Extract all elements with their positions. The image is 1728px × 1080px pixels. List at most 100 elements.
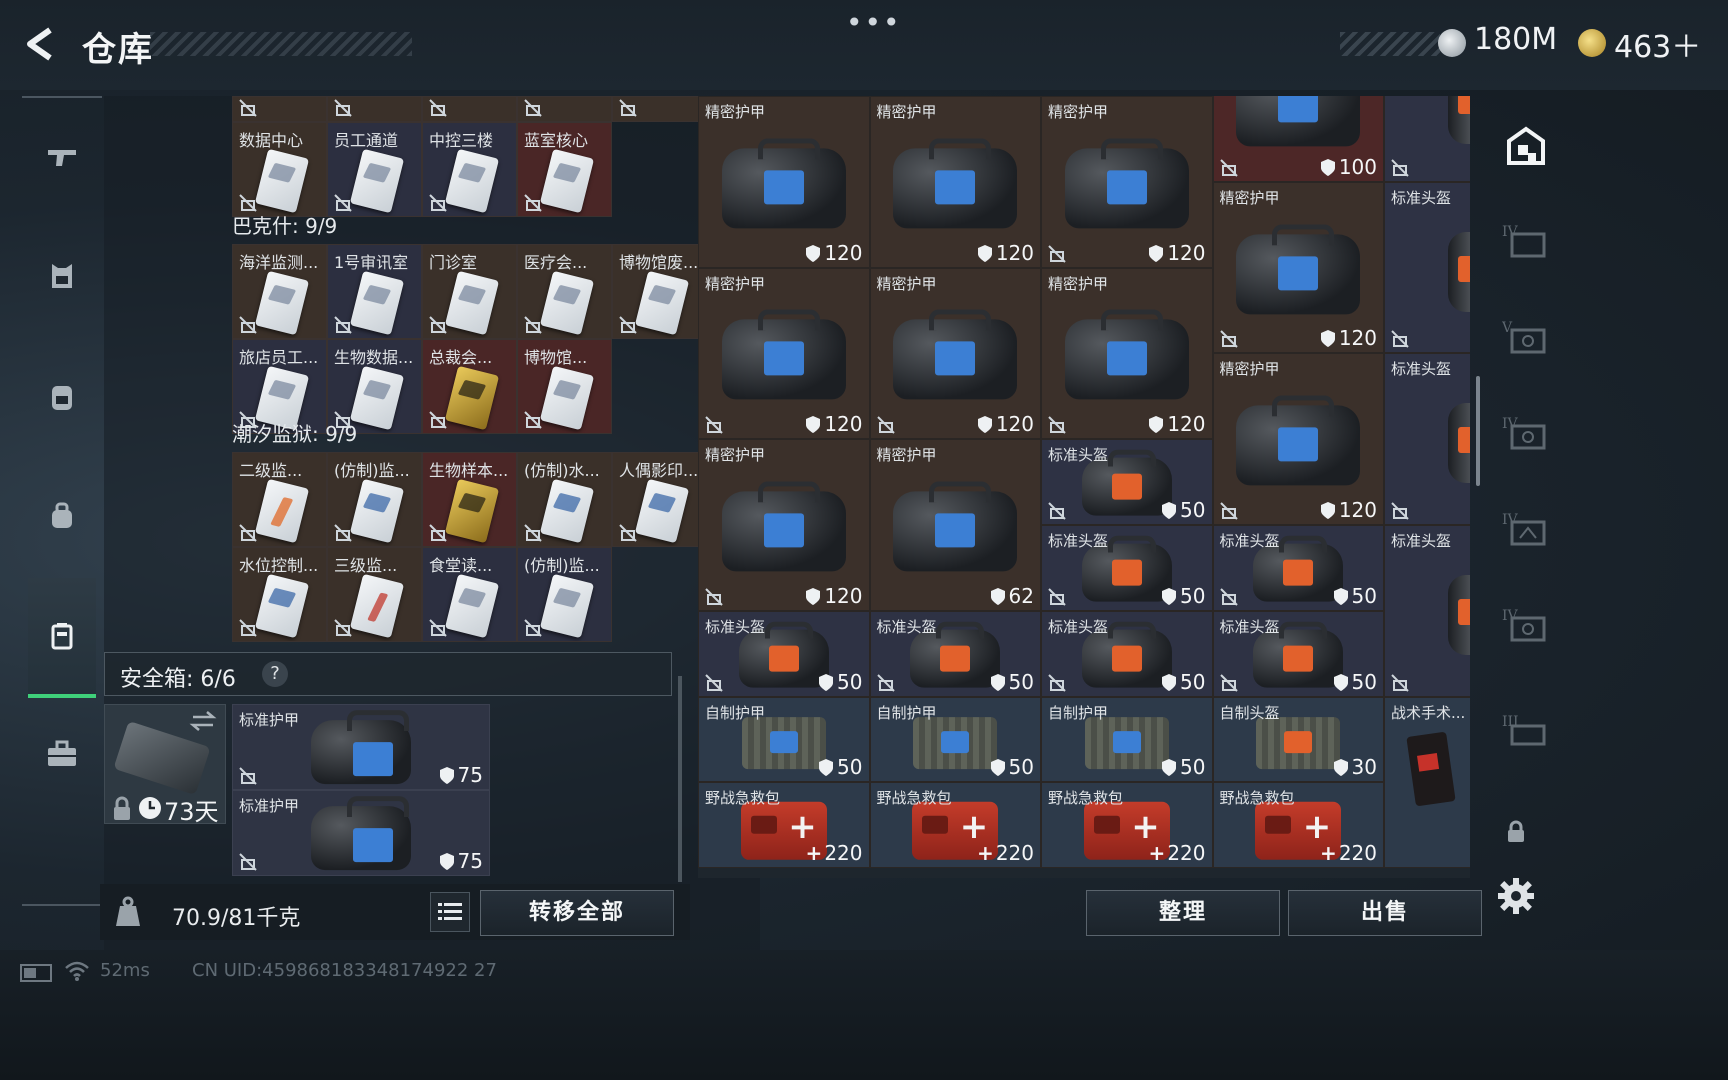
item-durability: 50 (819, 670, 863, 694)
storage-item[interactable]: 自制护甲 50 (698, 696, 870, 783)
keycard-slot[interactable] (517, 96, 612, 122)
keycard-slot[interactable] (327, 96, 422, 122)
keycard-slot[interactable]: 总裁会... (422, 339, 517, 434)
keycard-slot[interactable]: 三级监... (327, 547, 422, 642)
swap-icon[interactable] (189, 709, 217, 733)
keycard-slot[interactable]: 人偶影印... (612, 452, 707, 547)
keycard-slot[interactable]: 员工通道 (327, 122, 422, 217)
keycard-slot[interactable]: (仿制)水... (517, 452, 612, 547)
storage-item[interactable]: 标准头盔50 (1041, 439, 1213, 525)
keycard-slot[interactable] (232, 96, 327, 122)
storage-item[interactable]: 标准头盔50 (1384, 181, 1470, 354)
gold-currency-value[interactable]: 463＋ (1614, 22, 1701, 66)
back-arrow-icon[interactable] (20, 24, 60, 64)
storage-item[interactable]: 野战急救包 +220 (1212, 782, 1384, 869)
storage-item[interactable]: 标准头盔50 (1384, 353, 1470, 525)
storage-item[interactable]: 精密护甲 120 (1041, 96, 1213, 268)
keycard-slot[interactable]: 水位控制... (232, 547, 327, 642)
storage-item[interactable]: 精密护甲 120 (869, 267, 1041, 440)
sort-button[interactable]: 整理 (1086, 890, 1280, 936)
storage-item[interactable]: 野战急救包 +220 (1041, 782, 1213, 869)
keycard-slot[interactable]: 医疗会... (517, 244, 612, 339)
sell-button[interactable]: 出售 (1288, 890, 1482, 936)
nav-bag[interactable] (32, 486, 92, 546)
tab-tier-iv[interactable]: IV (1490, 494, 1562, 566)
storage-item[interactable]: 战术手术...4/4 (1384, 696, 1470, 869)
item-name: 标准头盔 (1391, 188, 1452, 207)
tab-storage-home[interactable] (1490, 110, 1562, 182)
nav-armor[interactable] (32, 246, 92, 306)
storage-item[interactable]: 标准头盔50 (1041, 525, 1213, 611)
keycard-slot[interactable]: (仿制)监... (327, 452, 422, 547)
tab-tier-iv[interactable]: IV (1490, 590, 1562, 662)
storage-item[interactable]: 50 (1384, 96, 1470, 182)
currency-decoration (1340, 32, 1440, 56)
shield-icon (977, 416, 992, 434)
keycard-slot[interactable]: 食堂读... (422, 547, 517, 642)
tab-tier-v[interactable]: V (1490, 302, 1562, 374)
storage-item[interactable]: 野战急救包 +220 (698, 782, 870, 869)
storage-item[interactable]: 自制护甲 50 (1041, 696, 1213, 783)
help-icon[interactable]: ? (262, 661, 288, 687)
keycard-slot[interactable]: 博物馆废... (612, 244, 707, 339)
item-durability: 120 (977, 412, 1034, 436)
keycard-slot[interactable]: 生物样本... (422, 452, 517, 547)
durability-value: 120 (995, 240, 1034, 265)
keycard-slot[interactable]: 1号审讯室 (327, 244, 422, 339)
storage-item[interactable]: 精密护甲 120 (1041, 267, 1213, 440)
storage-item[interactable]: 精密护甲 120 (698, 96, 870, 268)
armor-vest-icon (721, 138, 846, 229)
keycard-slot[interactable]: 数据中心 (232, 122, 327, 217)
keycard-slot[interactable]: 中控三楼 (422, 122, 517, 217)
storage-item[interactable]: 野战急救包 +220 (869, 782, 1041, 869)
nav-toolbox[interactable] (32, 724, 92, 784)
storage-item[interactable]: 精密护甲 120 (1212, 181, 1384, 354)
more-menu-icon[interactable]: ••• (846, 6, 902, 39)
storage-item[interactable]: 精密护甲 120 (869, 96, 1041, 268)
tab-tier-iii[interactable]: III (1490, 696, 1562, 768)
list-icon (438, 903, 462, 920)
keycard-slot[interactable]: (仿制)监... (517, 547, 612, 642)
storage-item[interactable]: 标准头盔50 (1041, 610, 1213, 697)
no-lock-icon (1219, 159, 1238, 177)
backpack-icon (52, 386, 72, 410)
storage-item[interactable]: 标准头盔50 (1384, 525, 1470, 697)
keycard-slot[interactable]: 博物馆... (517, 339, 612, 434)
storage-item[interactable]: 标准头盔50 (869, 610, 1041, 697)
keycard-slot[interactable]: 二级监... (232, 452, 327, 547)
storage-item[interactable]: 100 (1212, 96, 1384, 182)
nav-safe-case[interactable] (28, 578, 96, 698)
storage-scrollbar[interactable] (1476, 376, 1480, 486)
item-name: 标准护甲 (239, 797, 300, 815)
home-icon (1507, 126, 1545, 165)
tab-tier-iv[interactable]: IV (1490, 398, 1562, 470)
transfer-all-button[interactable]: 转移全部 (480, 890, 674, 936)
tab-tier-iv[interactable]: IV (1490, 206, 1562, 278)
storage-item[interactable]: 自制头盔 30 (1212, 696, 1384, 783)
helmet-icon (1447, 231, 1470, 312)
nav-weapon[interactable] (32, 126, 92, 186)
no-lock-icon (524, 99, 542, 117)
storage-item[interactable]: 精密护甲 120 (698, 267, 870, 440)
storage-item[interactable]: 精密护甲 120 (1212, 353, 1384, 525)
item-durability: 50 (1333, 670, 1377, 694)
storage-item[interactable]: 精密护甲 120 (698, 439, 870, 611)
gear-icon[interactable] (1496, 876, 1536, 916)
storage-item[interactable]: 自制护甲 50 (869, 696, 1041, 783)
keycard-slot[interactable] (612, 96, 707, 122)
durability-value: 75 (457, 763, 483, 787)
safe-item-vest[interactable]: 标准护甲 75 (232, 790, 490, 876)
nav-backpack[interactable] (32, 366, 92, 426)
storage-item[interactable]: 标准头盔50 (1212, 610, 1384, 697)
keycard-slot[interactable]: 蓝室核心 (517, 122, 612, 217)
storage-item[interactable]: 标准头盔50 (698, 610, 870, 697)
backpack-scrollbar[interactable] (678, 676, 682, 882)
keycard-slot[interactable] (422, 96, 517, 122)
storage-item[interactable]: 标准头盔50 (1212, 525, 1384, 611)
safe-item-vest[interactable]: 标准护甲 75 (232, 704, 490, 790)
lock-icon[interactable] (1506, 820, 1526, 844)
list-view-button[interactable] (430, 892, 470, 932)
storage-item[interactable]: 精密护甲 62 (869, 439, 1041, 611)
keycard-slot[interactable]: 门诊室 (422, 244, 517, 339)
keycard-slot[interactable]: 海洋监测... (232, 244, 327, 339)
